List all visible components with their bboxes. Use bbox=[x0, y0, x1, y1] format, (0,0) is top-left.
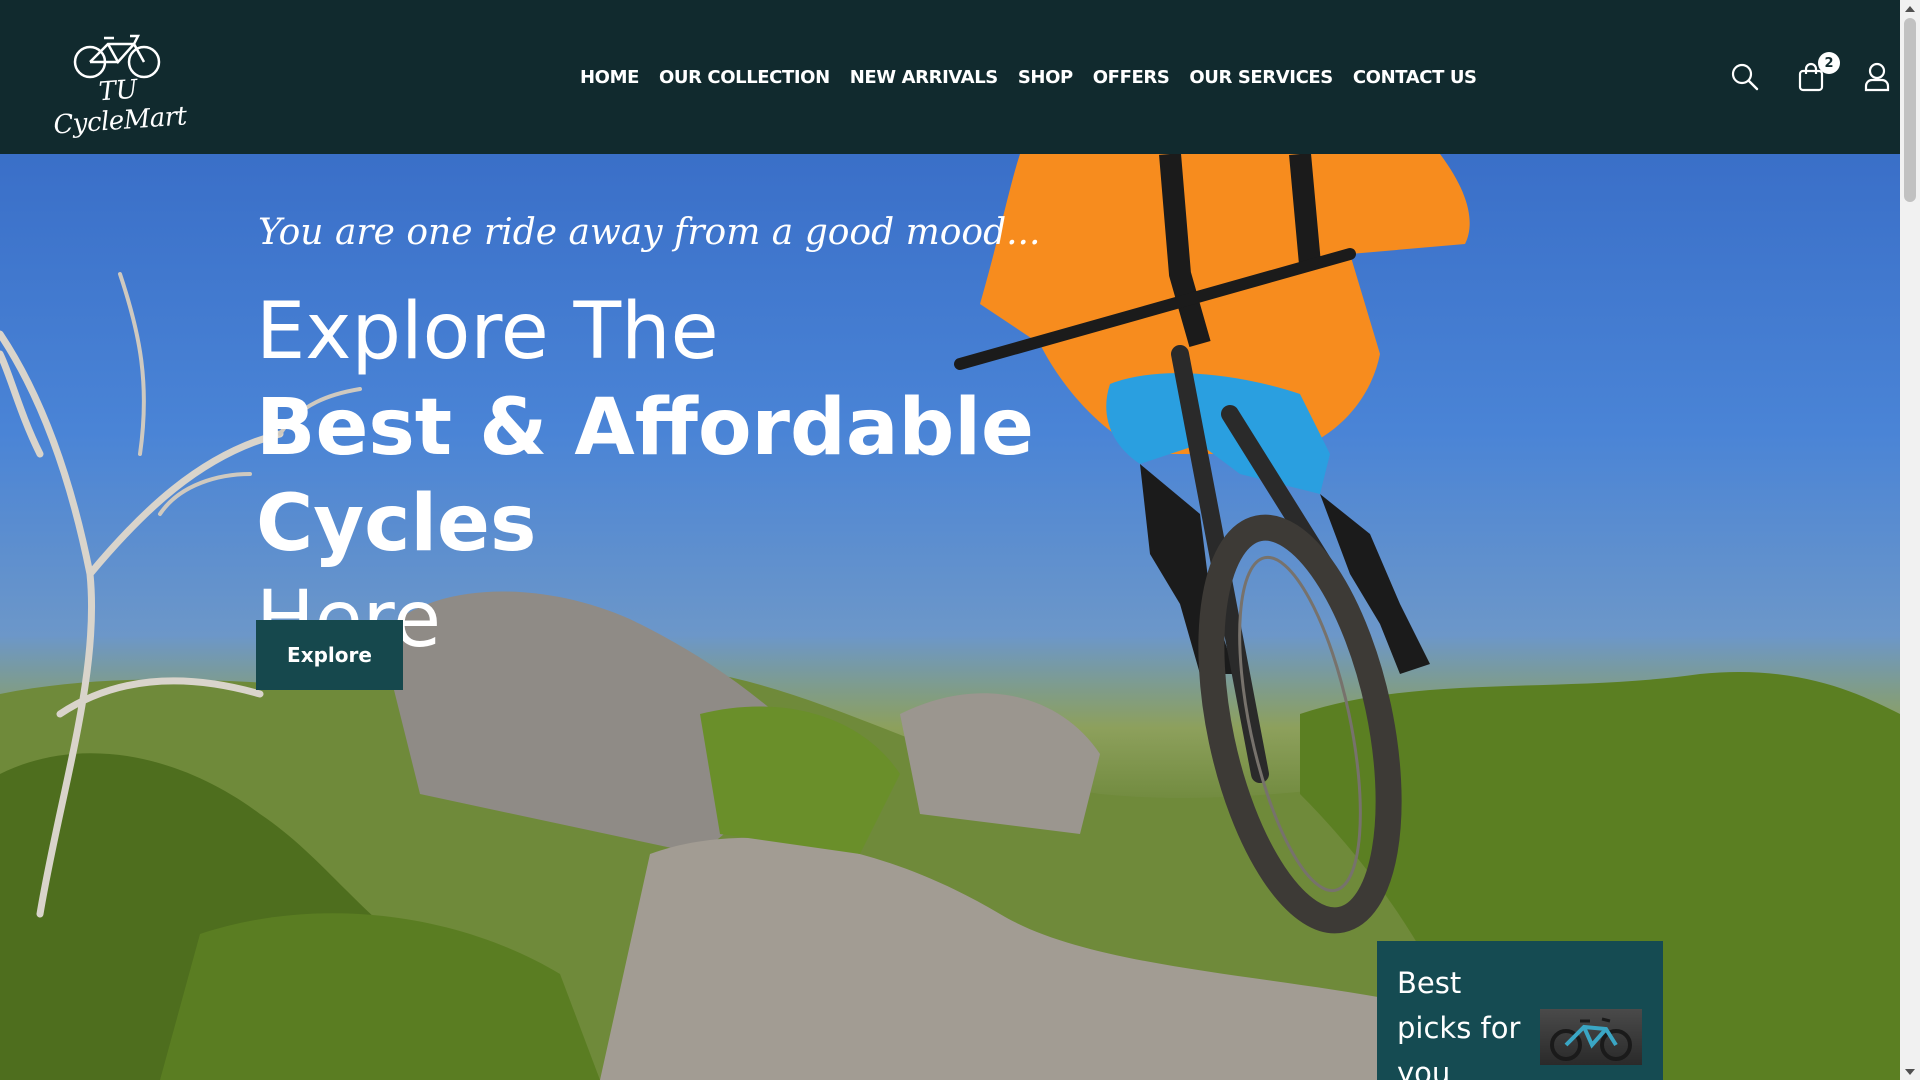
page-scrollbar[interactable] bbox=[1900, 0, 1920, 1080]
site-header: TU CycleMart HOME OUR COLLECTION NEW ARR… bbox=[0, 0, 1900, 154]
logo-text: TU CycleMart bbox=[52, 74, 188, 141]
hero-headline-line1: Explore The bbox=[256, 287, 719, 377]
scrollbar-thumb[interactable] bbox=[1904, 18, 1916, 202]
scroll-up-arrow-icon[interactable] bbox=[1900, 0, 1920, 17]
explore-button[interactable]: Explore bbox=[256, 620, 403, 690]
best-picks-card[interactable]: Best picks for you bbox=[1377, 941, 1663, 1080]
search-button[interactable] bbox=[1730, 62, 1760, 97]
main-nav: HOME OUR COLLECTION NEW ARRIVALS SHOP OF… bbox=[580, 0, 1477, 154]
nav-shop[interactable]: SHOP bbox=[1018, 67, 1073, 88]
nav-our-collection[interactable]: OUR COLLECTION bbox=[659, 67, 830, 88]
user-icon bbox=[1864, 62, 1890, 92]
search-icon bbox=[1731, 63, 1759, 91]
hero-headline-line2: Best & Affordable Cycles bbox=[256, 383, 1034, 569]
best-picks-title: Best picks for you bbox=[1397, 966, 1521, 1080]
hero-banner: You are one ride away from a good mood..… bbox=[0, 154, 1900, 1080]
nav-our-services[interactable]: OUR SERVICES bbox=[1189, 67, 1333, 88]
nav-offers[interactable]: OFFERS bbox=[1093, 67, 1170, 88]
cart-count-badge: 2 bbox=[1818, 52, 1840, 74]
cart-button[interactable]: 2 bbox=[1798, 52, 1840, 97]
bicycle-thumbnail-icon bbox=[1550, 1017, 1632, 1061]
header-icons: 2 bbox=[1730, 52, 1900, 98]
logo[interactable]: TU CycleMart bbox=[34, 30, 204, 141]
best-picks-thumbnail[interactable] bbox=[1540, 1009, 1642, 1065]
nav-home[interactable]: HOME bbox=[580, 67, 639, 88]
scroll-down-arrow-icon[interactable] bbox=[1900, 1063, 1920, 1080]
hero-headline-line3: Here bbox=[256, 572, 1256, 668]
nav-new-arrivals[interactable]: NEW ARRIVALS bbox=[850, 67, 999, 88]
hero-headline: Explore The Best & Affordable Cycles Her… bbox=[256, 284, 1256, 668]
hero-tagline: You are one ride away from a good mood..… bbox=[258, 212, 1041, 253]
account-button[interactable] bbox=[1864, 62, 1890, 97]
nav-contact-us[interactable]: CONTACT US bbox=[1353, 67, 1477, 88]
